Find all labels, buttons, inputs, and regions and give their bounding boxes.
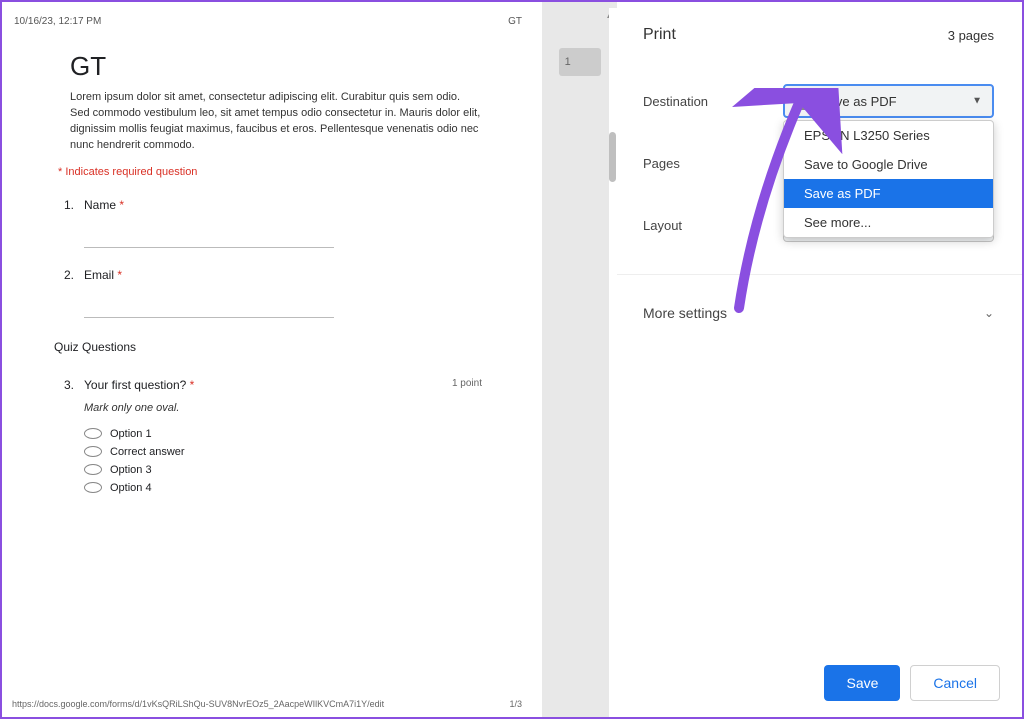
save-button[interactable]: Save	[824, 665, 900, 701]
oval-icon	[84, 464, 102, 475]
option-row: Option 1	[84, 428, 524, 440]
section-title: Quiz Questions	[54, 340, 482, 354]
option-row: Correct answer	[84, 446, 524, 458]
preview-header-title: GT	[508, 16, 522, 27]
page-thumbnail-badge[interactable]: 1	[559, 48, 601, 76]
option-row: Option 3	[84, 464, 524, 476]
scrollbar-thumb[interactable]	[609, 132, 616, 182]
destination-option[interactable]: See more...	[784, 208, 993, 237]
preview-page: 10/16/23, 12:17 PM GT GT Lorem ipsum dol…	[2, 2, 532, 717]
destination-option[interactable]: Save as PDF	[784, 179, 993, 208]
print-preview-area: 10/16/23, 12:17 PM GT GT Lorem ipsum dol…	[2, 2, 617, 717]
preview-footer-url: https://docs.google.com/forms/d/1vKsQRiL…	[12, 699, 384, 709]
panel-title: Print	[643, 26, 676, 44]
question-row: 1. Name *	[54, 198, 482, 212]
oval-icon	[84, 428, 102, 439]
question-label: Email *	[84, 268, 482, 282]
destination-option[interactable]: EPSON L3250 Series	[784, 121, 993, 150]
question-hint: Mark only one oval.	[84, 402, 524, 414]
destination-value: Save as PDF	[820, 94, 897, 109]
preview-scroll[interactable]: 10/16/23, 12:17 PM GT GT Lorem ipsum dol…	[2, 2, 542, 717]
question-number: 3.	[54, 378, 74, 392]
chevron-down-icon: ▼	[972, 96, 982, 107]
text-input-line	[84, 228, 334, 248]
option-row: Option 4	[84, 482, 524, 494]
cancel-button[interactable]: Cancel	[910, 665, 1000, 701]
question-row: 3. Your first question? *	[54, 378, 194, 392]
question-number: 1.	[54, 198, 74, 212]
more-settings-label: More settings	[643, 305, 727, 321]
preview-header-date: 10/16/23, 12:17 PM	[14, 16, 101, 27]
question-number: 2.	[54, 268, 74, 282]
destination-option[interactable]: Save to Google Drive	[784, 150, 993, 179]
destination-label: Destination	[643, 94, 783, 109]
pdf-file-icon	[796, 92, 810, 110]
thumbnail-strip[interactable]: ▲ 1	[542, 2, 617, 717]
destination-row: Destination Save as PDF ▼ EPSON L3250 Se…	[617, 76, 1022, 138]
question-label: Your first question? *	[84, 378, 194, 392]
destination-select[interactable]: Save as PDF ▼	[783, 84, 994, 118]
layout-label: Layout	[643, 218, 783, 233]
required-note: * Indicates required question	[58, 166, 524, 178]
page-count: 3 pages	[948, 28, 994, 43]
question-label: Name *	[84, 198, 482, 212]
destination-dropdown: EPSON L3250 Series Save to Google Drive …	[783, 120, 994, 238]
chevron-down-icon: ⌄	[984, 306, 994, 320]
form-title: GT	[70, 51, 524, 82]
scroll-up-icon[interactable]: ▲	[605, 10, 615, 20]
form-description: Lorem ipsum dolor sit amet, consectetur …	[70, 90, 482, 154]
question-row: 2. Email *	[54, 268, 482, 282]
oval-icon	[84, 482, 102, 493]
question-points: 1 point	[452, 378, 482, 392]
pages-label: Pages	[643, 156, 783, 171]
preview-footer-page: 1/3	[509, 699, 522, 709]
text-input-line	[84, 298, 334, 318]
oval-icon	[84, 446, 102, 457]
more-settings-toggle[interactable]: More settings ⌄	[617, 274, 1022, 337]
print-settings-panel: Print 3 pages Destination Save as PDF ▼ …	[617, 2, 1022, 717]
